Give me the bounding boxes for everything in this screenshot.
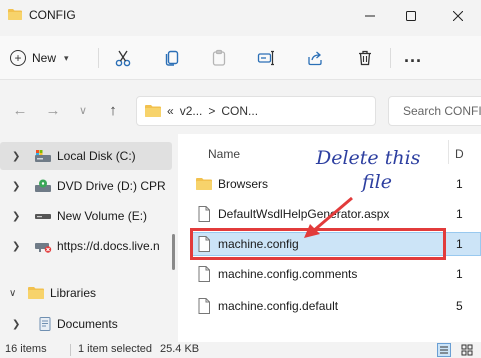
toolbar-divider [390,48,391,68]
file-date: 1 [456,207,463,221]
recent-locations-chevron-icon[interactable]: ∨ [73,100,93,120]
rename-button[interactable] [256,48,276,68]
annotation-arrow-icon [304,196,353,238]
sidebar-item-network-location[interactable]: ❯ https://d.docs.live.n [0,232,172,260]
dvd-drive-icon [35,179,51,192]
file-icon [198,298,210,314]
column-header-date[interactable]: D [455,147,464,161]
status-divider [70,344,71,356]
chevron-right-icon[interactable]: ❯ [12,241,20,252]
sidebar-item-new-volume[interactable]: ❯ New Volume (E:) [0,202,172,230]
item-count: 16 items [5,343,47,355]
sidebar-scrollbar[interactable] [172,134,176,342]
paste-button[interactable] [209,48,229,68]
copy-button[interactable] [162,48,182,68]
file-date: 1 [456,237,463,251]
file-row[interactable]: machine.config.default 5 [190,294,481,318]
chevron-down-icon: ▾ [64,52,69,63]
cut-icon [115,50,131,67]
chevron-down-icon[interactable]: ∨ [9,288,16,299]
maximize-button[interactable] [388,0,434,32]
annotation-line: file [362,171,392,193]
folder-icon [8,9,22,20]
close-icon [453,11,463,21]
libraries-icon [28,287,44,299]
drive-icon [35,214,51,219]
search-input[interactable]: Search CONFIG [403,104,481,118]
cut-button[interactable] [113,48,133,68]
file-list-scrollbar[interactable] [474,134,481,342]
network-drive-icon [35,243,52,253]
breadcrumb-separator: > [208,104,216,118]
title-bar: CONFIG [0,0,481,32]
chevron-right-icon[interactable]: ❯ [12,211,20,222]
sidebar-item-label: New Volume (E:) [57,209,148,223]
file-date: 5 [456,299,463,313]
file-date: 1 [456,267,463,281]
annotation-text: Delete this file [316,146,456,194]
file-row[interactable]: machine.config.comments 1 [190,262,481,286]
minimize-icon [365,15,375,17]
sidebar-item-local-disk[interactable]: ❯ Local Disk (C:) [0,142,172,170]
delete-icon [359,50,371,66]
documents-icon [39,317,51,331]
new-button[interactable]: + New ▾ [10,46,69,70]
new-button-label: New [32,51,57,65]
sidebar-item-libraries[interactable]: ∨ Libraries [0,279,172,307]
file-date: 1 [456,177,463,191]
share-icon [308,51,322,66]
file-name: Browsers [218,177,269,191]
breadcrumb-item[interactable]: v2... [180,104,203,118]
chevron-right-icon[interactable]: ❯ [12,151,20,162]
chevron-right-icon[interactable]: ❯ [12,319,20,330]
navigation-pane: ❯ Local Disk (C:) ❯ DVD Drive (D:) CPR ❯… [0,134,172,342]
address-bar[interactable]: « v2... > CON... [136,96,376,126]
paste-icon [212,49,226,66]
more-options-button[interactable]: ... [404,46,422,67]
file-name: machine.config.comments [218,267,358,281]
navigation-bar: ← → ∨ ↑ « v2... > CON... Search CONFIG [0,90,481,130]
sidebar-item-label: DVD Drive (D:) CPR [57,179,166,193]
plus-icon: + [10,50,26,66]
local-disk-icon [35,150,51,162]
file-icon [198,266,210,282]
file-name: machine.config.default [218,299,339,313]
sidebar-item-label: Libraries [50,286,97,300]
selection-size: 25.4 KB [160,343,200,355]
annotation-line: Delete this [316,147,421,169]
sidebar-item-label: Documents [57,317,118,331]
file-icon [198,206,210,222]
back-arrow-icon[interactable]: ← [10,100,30,120]
breadcrumb-item[interactable]: CON... [221,104,258,118]
maximize-icon [406,11,416,21]
sidebar-item-label: https://d.docs.live.n [57,239,160,253]
toolbar-divider [98,48,99,68]
delete-button[interactable] [355,48,375,68]
rename-icon [257,50,274,66]
sidebar-item-label: Local Disk (C:) [57,149,136,163]
column-header-name[interactable]: Name [208,147,240,161]
sidebar-item-documents[interactable]: ❯ Documents [0,310,172,338]
minimize-button[interactable] [347,0,393,32]
status-bar: 16 items 1 item selected 25.4 KB [0,342,481,358]
tiles-view-icon[interactable] [460,343,474,357]
forward-arrow-icon[interactable]: → [43,100,63,120]
selection-count: 1 item selected [78,343,152,355]
details-view-icon[interactable] [437,343,451,357]
close-button[interactable] [435,0,481,32]
up-arrow-icon[interactable]: ↑ [103,100,123,120]
folder-icon [145,105,161,117]
sidebar-item-dvd-drive[interactable]: ❯ DVD Drive (D:) CPR [0,172,172,200]
copy-icon [165,50,179,66]
breadcrumb-overflow[interactable]: « [167,104,174,118]
share-button[interactable] [305,48,325,68]
chevron-right-icon[interactable]: ❯ [12,181,20,192]
folder-icon [196,178,212,190]
command-bar: + New ▾ ... [0,36,481,80]
search-box[interactable]: Search CONFIG [388,96,481,126]
window-title: CONFIG [29,8,76,22]
sidebar-scrollbar-thumb[interactable] [172,234,175,270]
